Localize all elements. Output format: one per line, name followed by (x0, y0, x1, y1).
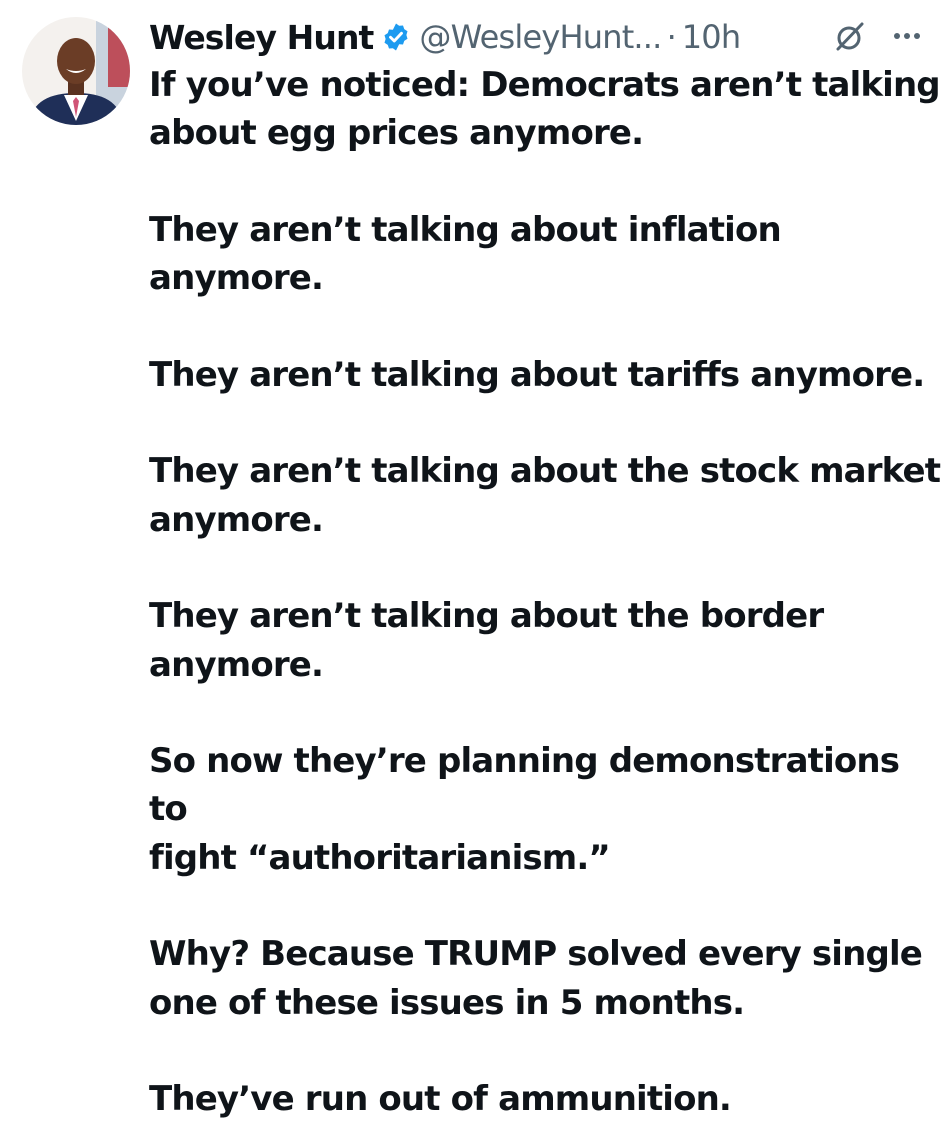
tweet-paragraph: They aren’t talking about inflation anym… (149, 209, 782, 299)
tweet-paragraph: Why? Because TRUMP solved every single o… (149, 934, 923, 1023)
tweet-header: Wesley Hunt @WesleyHunt... · 10h (149, 12, 939, 62)
more-horizontal-icon[interactable] (889, 24, 925, 48)
avatar[interactable] (22, 17, 130, 125)
separator-dot: · (666, 18, 677, 56)
verified-badge-icon (381, 22, 411, 52)
tweet-paragraph: They aren’t talking about the stock mark… (149, 451, 941, 540)
tweet[interactable]: Wesley Hunt @WesleyHunt... · 10h If you’… (0, 0, 948, 1119)
profile-photo (22, 17, 130, 125)
tweet-paragraph: They’ve run out of ammunition. (149, 1079, 732, 1120)
author-handle[interactable]: @WesleyHunt... (419, 18, 662, 56)
tweet-paragraph: They aren’t talking about tariffs anymor… (149, 354, 925, 395)
tweet-text: If you’ve noticed: Democrats aren’t talk… (149, 61, 941, 1124)
grok-icon[interactable] (833, 19, 867, 53)
tweet-paragraph: So now they’re planning demonstrations t… (149, 741, 900, 878)
timestamp[interactable]: 10h (682, 18, 741, 56)
author-name[interactable]: Wesley Hunt (149, 18, 374, 57)
tweet-paragraph: They aren’t talking about the border any… (149, 596, 824, 685)
tweet-paragraph: If you’ve noticed: Democrats aren’t talk… (149, 65, 941, 154)
